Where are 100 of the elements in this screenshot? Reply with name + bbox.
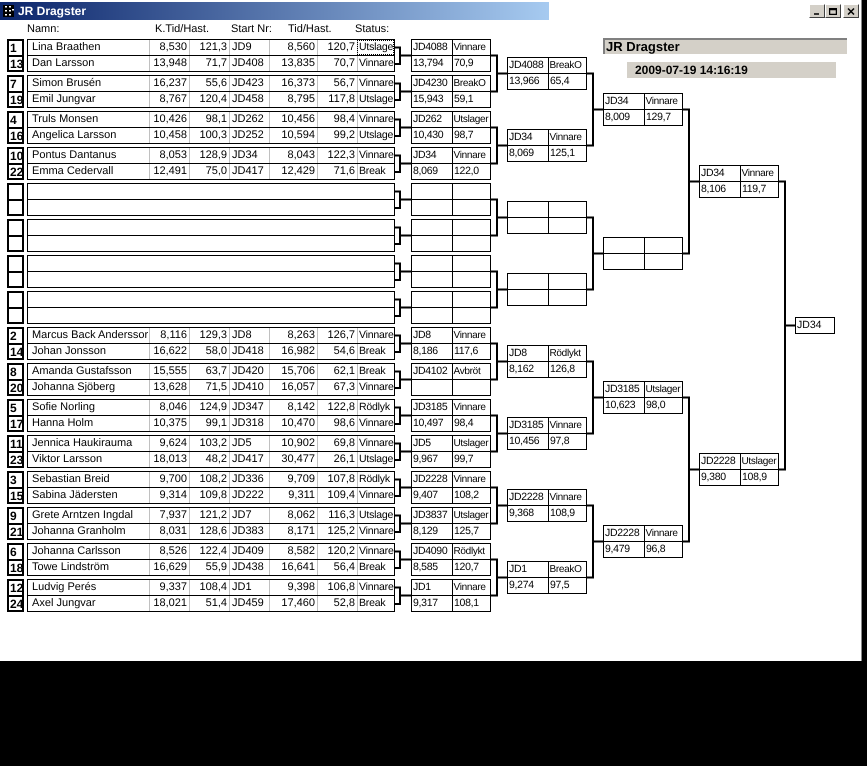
status-cell[interactable]: Vinnare	[357, 524, 394, 539]
table-cell: 12,491	[149, 164, 189, 179]
status-cell[interactable]: Break	[357, 596, 394, 611]
table-cell: 98,1	[189, 112, 229, 127]
table-cell: 97,5	[548, 577, 587, 593]
status-cell[interactable]: Vinnare	[357, 416, 394, 431]
close-button[interactable]	[843, 4, 859, 18]
table-cell: 108,2	[452, 487, 491, 503]
table-cell: 48,2	[189, 452, 229, 467]
table-cell: 125,7	[452, 523, 491, 539]
table-cell-text: JD4102	[412, 364, 448, 379]
table-cell: 70,7	[317, 56, 357, 71]
table-cell: JD318	[229, 416, 269, 431]
table-cell: 8,129	[412, 523, 452, 539]
status-cell[interactable]: Vinnare	[357, 488, 394, 503]
status-cell[interactable]: Utslage	[357, 92, 394, 107]
seed-number: 4	[9, 113, 18, 127]
table-cell: 108,1	[452, 595, 491, 611]
status-cell[interactable]: Vinnare	[357, 148, 394, 163]
status-cell: Vinnare	[452, 580, 491, 595]
status-cell[interactable]: Utslage	[357, 128, 394, 143]
table-cell: 15,943	[412, 91, 452, 107]
status-cell: Utslager	[452, 508, 491, 523]
table-cell: 9,479	[604, 541, 644, 557]
status-cell[interactable]: Break	[357, 560, 394, 575]
status-cell[interactable]: Break	[357, 364, 394, 379]
status-cell[interactable]: Vinnare	[357, 580, 394, 595]
table-cell: 8,116	[149, 328, 189, 343]
table-cell: 117,6	[452, 343, 491, 359]
table-cell: 8,043	[269, 148, 317, 163]
table-cell: 69,8	[317, 436, 357, 451]
status-cell[interactable]: Vinnare	[357, 544, 394, 559]
table-cell: 10,470	[269, 416, 317, 431]
table-cell-text: JD8	[508, 346, 528, 361]
status-cell[interactable]: Break	[357, 164, 394, 179]
racer-name: Marcus Back Anderssor	[31, 328, 149, 343]
racer-name: Johanna Sjöberg	[31, 380, 116, 395]
table-cell: 8,046	[149, 400, 189, 415]
table-cell: 9,700	[149, 472, 189, 487]
table-cell: 10,458	[149, 128, 189, 143]
seed-number: 2	[9, 329, 18, 343]
status-cell[interactable]: Utslage	[357, 40, 394, 55]
table-cell: 10,430	[412, 127, 452, 143]
status-cell[interactable]: Rödlyk	[357, 400, 394, 415]
status-cell[interactable]: Vinnare	[357, 380, 394, 395]
table-cell-text: JD3185	[508, 418, 544, 433]
table-cell-text: JD3837	[412, 508, 448, 523]
minimize-button[interactable]	[809, 4, 825, 18]
table-cell-text: JD1	[412, 580, 432, 595]
status-cell: BreakO	[452, 76, 491, 91]
table-cell-text: JD4230	[412, 76, 448, 91]
table-cell: 18,021	[149, 596, 189, 611]
table-cell: JD409	[229, 544, 269, 559]
table-cell: 65,4	[548, 73, 587, 89]
table-cell: 121,2	[189, 508, 229, 523]
table-cell: JD222	[229, 488, 269, 503]
table-cell: 99,2	[317, 128, 357, 143]
table-cell: 108,9	[740, 469, 779, 485]
status-cell: Vinnare	[644, 526, 683, 541]
table-cell: 9,407	[412, 487, 452, 503]
status-cell[interactable]: Vinnare	[357, 112, 394, 127]
status-cell: Vinnare	[452, 472, 491, 487]
table-cell: 107,8	[317, 472, 357, 487]
status-cell[interactable]: Vinnare	[357, 76, 394, 91]
maximize-icon	[829, 8, 837, 14]
status-cell: Utslager	[452, 112, 491, 127]
table-cell: 9,311	[269, 488, 317, 503]
racer-name: Ludvig Perés	[31, 580, 98, 595]
table-cell: 119,7	[740, 181, 779, 197]
status-cell: Utslager	[452, 436, 491, 451]
table-cell: 8,767	[149, 92, 189, 107]
table-cell: 9,274	[508, 577, 548, 593]
status-cell[interactable]: Utslage	[357, 508, 394, 523]
maximize-button[interactable]	[825, 4, 841, 18]
seed-number: 7	[9, 77, 18, 91]
table-cell: 8,053	[149, 148, 189, 163]
racer-name: Dan Larsson	[31, 56, 96, 71]
table-cell: JD417	[229, 164, 269, 179]
table-cell: 16,237	[149, 76, 189, 91]
status-cell[interactable]: Vinnare	[357, 328, 394, 343]
racer-name: Sebastian Breid	[31, 472, 111, 487]
status-cell[interactable]: Utslage	[357, 452, 394, 467]
table-cell: 10,456	[508, 433, 548, 449]
status-cell[interactable]: Vinnare	[357, 56, 394, 71]
table-cell: 10,426	[149, 112, 189, 127]
status-cell[interactable]: Break	[357, 344, 394, 359]
table-cell: 8,009	[604, 109, 644, 125]
table-cell: 71,7	[189, 56, 229, 71]
status-cell[interactable]: Vinnare	[357, 436, 394, 451]
table-cell: JD1	[229, 580, 269, 595]
table-cell-text: JD3185	[412, 400, 448, 415]
table-cell: 18,013	[149, 452, 189, 467]
racer-name: Truls Monsen	[31, 112, 100, 127]
status-cell[interactable]: Rödlyk	[357, 472, 394, 487]
seed-number: 3	[9, 473, 18, 487]
table-cell: JD418	[229, 344, 269, 359]
table-cell: 96,8	[644, 541, 683, 557]
table-cell: 13,948	[149, 56, 189, 71]
table-cell: 16,373	[269, 76, 317, 91]
racer-name: Towe Lindström	[31, 560, 110, 575]
